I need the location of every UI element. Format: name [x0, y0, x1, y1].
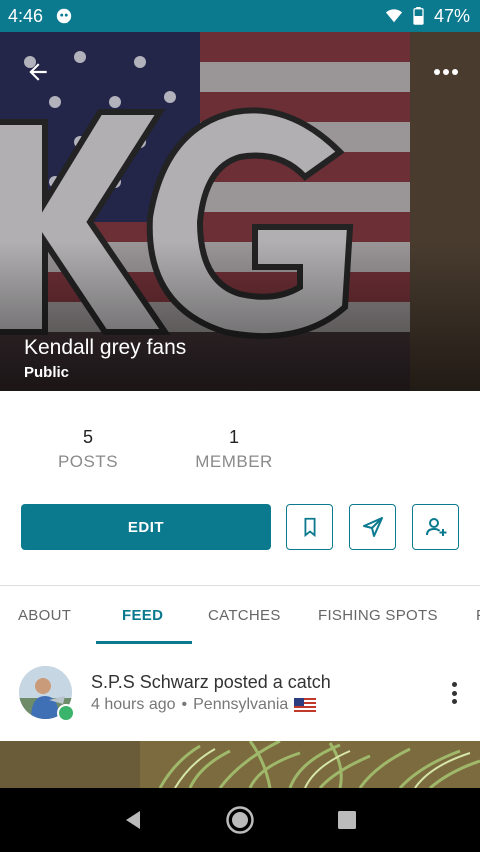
tab-fishing-spots[interactable]: FISHING SPOTS — [318, 607, 438, 624]
catch-badge-icon — [57, 704, 75, 722]
post-photo[interactable] — [0, 741, 480, 788]
battery-icon — [413, 7, 424, 25]
kebab-dot — [451, 699, 457, 704]
nav-back-icon — [126, 811, 141, 829]
add-member-icon — [425, 518, 446, 536]
kebab-dot — [451, 690, 457, 696]
members-stat[interactable]: 1 MEMBER — [186, 427, 282, 472]
nav-back-button[interactable] — [113, 800, 153, 840]
system-nav-bar — [0, 788, 480, 852]
edit-button[interactable]: EDIT — [21, 504, 271, 550]
nav-home-button[interactable] — [220, 800, 260, 840]
notification-icon — [56, 8, 72, 24]
tab-feed[interactable]: FEED — [122, 607, 163, 624]
post-time: 4 hours ago — [91, 696, 176, 713]
group-name: Kendall grey fans — [24, 336, 187, 359]
add-member-button[interactable] — [412, 504, 459, 550]
cover-shade — [0, 241, 480, 391]
nav-home-icon — [226, 806, 254, 834]
status-time: 4:46 — [8, 5, 44, 26]
status-bar: 4:46 47% — [0, 0, 480, 32]
post-title: S.P.S Schwarz posted a catch — [91, 672, 331, 692]
group-stats: 5 POSTS 1 MEMBER — [0, 391, 480, 491]
member-count: 1 — [228, 427, 239, 447]
posts-label: POSTS — [57, 452, 119, 471]
nav-recents-icon — [337, 811, 356, 829]
nav-recents-button[interactable] — [327, 800, 367, 840]
share-button[interactable] — [349, 504, 396, 550]
posts-count: 5 — [82, 427, 93, 447]
group-tabs: ABOUT FEED CATCHES FISHING SPOTS F — [0, 586, 480, 646]
tab-catches[interactable]: CATCHES — [208, 607, 281, 624]
group-visibility: Public — [24, 364, 70, 381]
kebab-dot — [451, 682, 457, 687]
group-cover: Kendall grey fans Public — [0, 32, 480, 391]
meta-separator: • — [181, 696, 188, 713]
us-flag-icon — [294, 698, 317, 712]
bookmark-icon — [304, 517, 315, 538]
post-photo-image — [0, 741, 480, 788]
tab-overflow[interactable]: F — [476, 607, 480, 624]
post-location: Pennsylvania — [193, 696, 289, 713]
arrow-back-icon — [29, 63, 47, 81]
posts-stat[interactable]: 5 POSTS — [48, 427, 128, 472]
bookmark-button[interactable] — [286, 504, 333, 550]
group-actions: EDIT — [0, 504, 480, 550]
post-options-button[interactable] — [442, 678, 466, 708]
tab-about[interactable]: ABOUT — [18, 607, 71, 624]
send-icon — [362, 517, 383, 537]
back-button[interactable] — [20, 54, 56, 90]
member-label: MEMBER — [195, 452, 273, 471]
battery-percent: 47% — [433, 5, 470, 26]
wifi-icon — [385, 9, 403, 23]
more-options-button[interactable] — [428, 54, 464, 90]
active-tab-indicator — [96, 641, 192, 644]
more-horizontal-icon — [434, 69, 458, 75]
post-meta: 4 hours ago • Pennsylvania — [91, 696, 317, 714]
feed-post[interactable]: S.P.S Schwarz posted a catch 4 hours ago… — [0, 660, 480, 740]
